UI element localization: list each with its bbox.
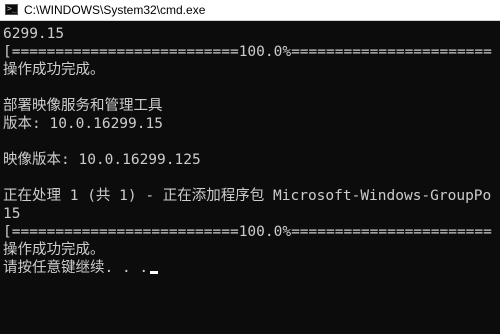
console-line: 正在处理 1 (共 1) - 正在添加程序包 Microsoft-Windows… [3, 188, 500, 204]
console-area[interactable]: 6299.15 [==========================100.0… [0, 21, 500, 334]
console-line: 版本: 10.0.16299.15 [3, 116, 163, 132]
continue-prompt: 请按任意键继续. . . [3, 260, 149, 276]
title-bar[interactable]: >_ C:\WINDOWS\System32\cmd.exe [0, 0, 500, 21]
console-line: 15 [3, 206, 21, 222]
cmd-window: >_ C:\WINDOWS\System32\cmd.exe 6299.15 [… [0, 0, 500, 334]
console-line: 操作成功完成。 [3, 242, 105, 258]
console-line: 操作成功完成。 [3, 62, 105, 78]
scrollbar[interactable] [492, 21, 500, 334]
prompt-line: 请按任意键继续. . . [3, 259, 500, 277]
console-line: 部署映像服务和管理工具 [3, 98, 163, 114]
console-output: 6299.15 [==========================100.0… [3, 25, 500, 277]
window-title: C:\WINDOWS\System32\cmd.exe [24, 3, 206, 17]
prompt-glyph: >_ [7, 4, 17, 13]
progress-bar-line: [==========================100.0%=======… [3, 224, 500, 240]
text-cursor [150, 271, 159, 274]
cmd-prompt-icon[interactable]: >_ [5, 4, 18, 15]
console-line: 映像版本: 10.0.16299.125 [3, 152, 201, 168]
progress-bar-line: [==========================100.0%=======… [3, 44, 500, 60]
console-line: 6299.15 [3, 26, 65, 42]
